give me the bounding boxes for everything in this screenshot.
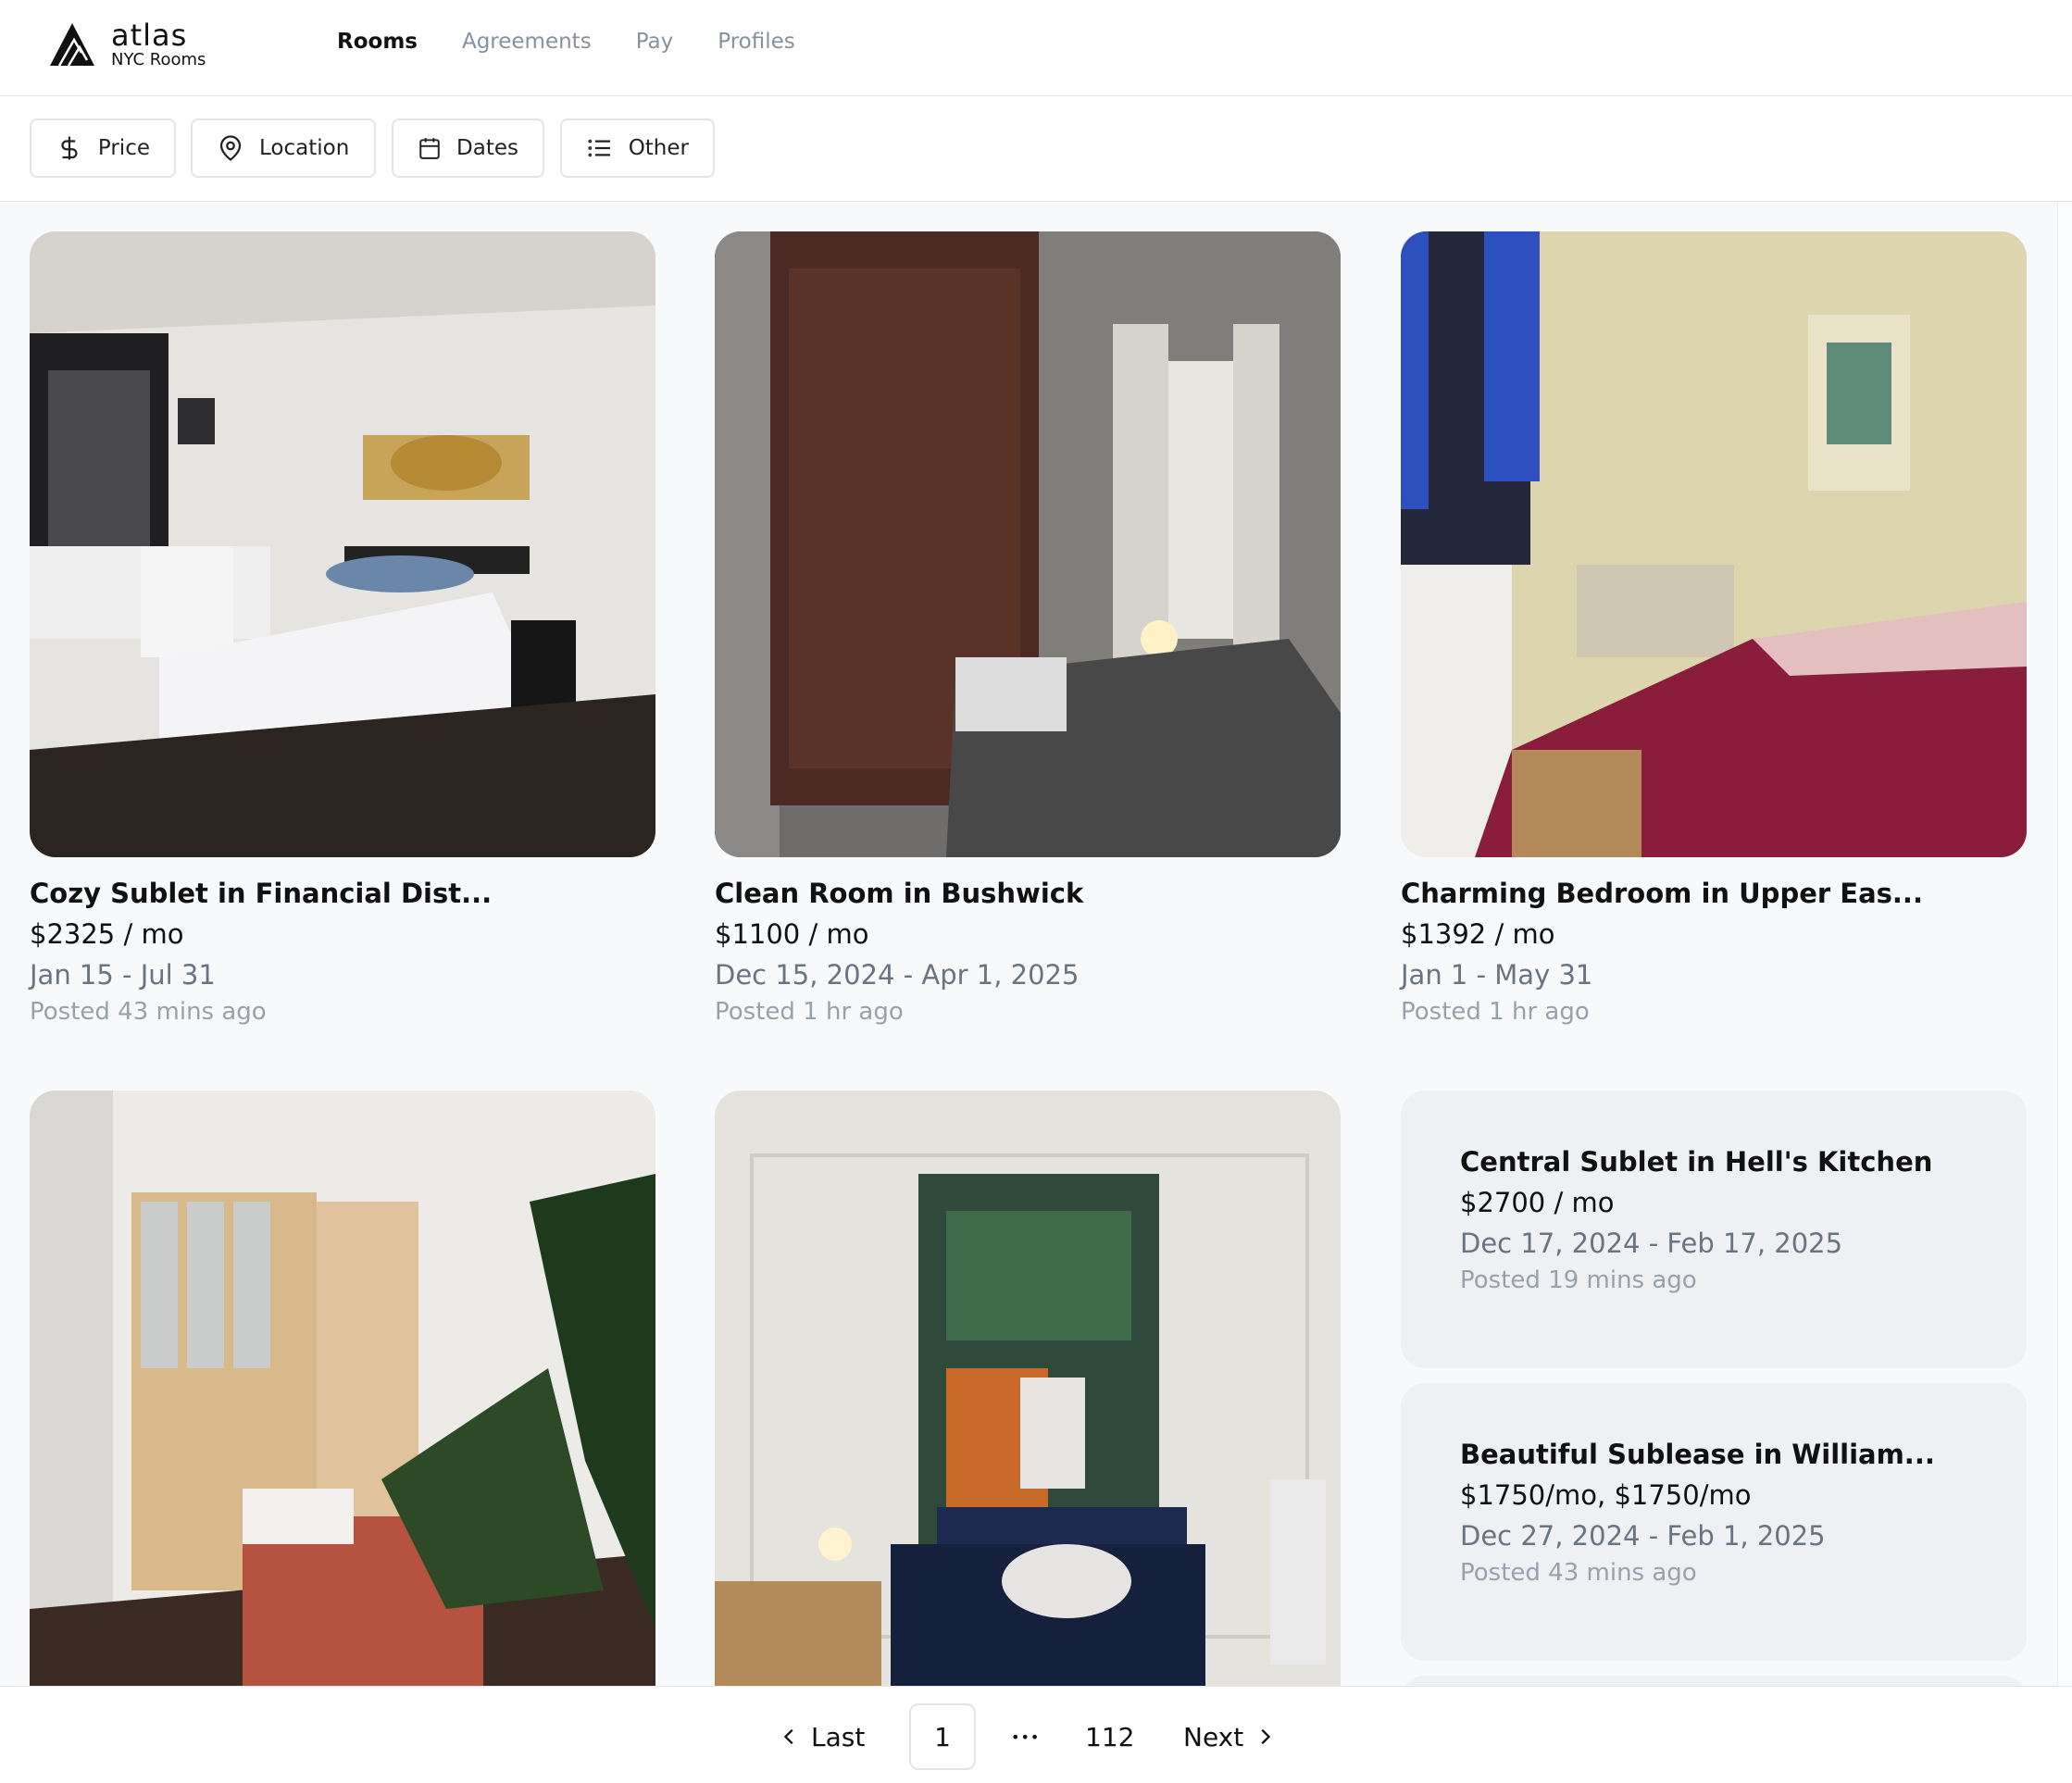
nav-rooms[interactable]: Rooms xyxy=(337,30,418,54)
page-112-button[interactable]: 112 xyxy=(1085,1703,1134,1770)
other-filter-button[interactable]: Other xyxy=(560,118,715,178)
listings-grid: Cozy Sublet in Financial Dist... $2325 /… xyxy=(0,203,2057,1686)
listing-photo[interactable] xyxy=(30,1091,655,1686)
filter-bar: Price Location Dates Other xyxy=(0,96,2072,202)
nav-pay[interactable]: Pay xyxy=(636,30,674,54)
atlas-logo-icon xyxy=(50,23,94,67)
listing-photo[interactable] xyxy=(715,1091,1341,1686)
listing-card[interactable] xyxy=(715,1091,1341,1686)
listing-card[interactable] xyxy=(30,1091,655,1686)
listing-title[interactable]: Central Sublet in Hell's Kitchen xyxy=(1460,1146,1967,1178)
logo[interactable]: atlas NYC Rooms xyxy=(46,20,206,69)
list-icon xyxy=(588,139,610,157)
listing-dates: Dec 15, 2024 - Apr 1, 2025 xyxy=(715,959,1080,991)
other-filter-label: Other xyxy=(628,136,689,160)
listing-price: $2325 / mo xyxy=(30,918,184,950)
listing-card[interactable]: Charming Bedroom in Upper Eas... $1392 /… xyxy=(1401,231,2027,1026)
listing-dates: Dec 27, 2024 - Feb 1, 2025 xyxy=(1460,1520,1826,1552)
pagination: Last 1 ••• 112 Next xyxy=(0,1686,2072,1783)
listing-posted-time: Posted 43 mins ago xyxy=(30,998,267,1026)
nav-profiles[interactable]: Profiles xyxy=(718,30,795,54)
top-nav-bar: atlas NYC Rooms Rooms Agreements Pay Pro… xyxy=(0,0,2072,96)
listing-card[interactable]: Beautiful Sublease in William... $1750/m… xyxy=(1401,1383,2027,1661)
app-subtitle: NYC Rooms xyxy=(111,50,206,69)
pagination-ellipsis: ••• xyxy=(1011,1727,1041,1746)
chevron-right-icon xyxy=(1261,1728,1271,1745)
listing-dates: Dec 17, 2024 - Feb 17, 2025 xyxy=(1460,1228,1843,1259)
listing-card[interactable]: Clean Room in Bushwick $1100 / mo Dec 15… xyxy=(715,231,1341,1026)
nav-agreements[interactable]: Agreements xyxy=(462,30,592,54)
listing-photo[interactable] xyxy=(715,231,1341,857)
dates-filter-button[interactable]: Dates xyxy=(392,118,544,178)
dates-filter-label: Dates xyxy=(456,136,518,160)
listing-price: $2700 / mo xyxy=(1460,1187,1615,1218)
listing-card[interactable]: Cozy Sublet in Financial Dist... $2325 /… xyxy=(30,231,655,1026)
price-filter-button[interactable]: Price xyxy=(30,118,176,178)
page-1-button[interactable]: 1 xyxy=(909,1703,976,1770)
listing-title[interactable]: Beautiful Sublease in William... xyxy=(1460,1439,1967,1470)
listing-card[interactable]: Central Sublet in Hell's Kitchen $2700 /… xyxy=(1401,1091,2027,1368)
listing-price: $1750/mo, $1750/mo xyxy=(1460,1479,1752,1511)
listing-photo[interactable] xyxy=(30,231,655,857)
price-filter-label: Price xyxy=(97,136,150,160)
prev-page-button[interactable]: Last xyxy=(780,1703,865,1770)
listing-posted-time: Posted 43 mins ago xyxy=(1460,1559,1697,1587)
listing-title[interactable]: Cozy Sublet in Financial Dist... xyxy=(30,878,655,909)
dollar-icon xyxy=(61,136,78,160)
listing-title[interactable]: Charming Bedroom in Upper Eas... xyxy=(1401,878,2027,909)
location-filter-label: Location xyxy=(259,136,350,160)
listing-dates: Jan 15 - Jul 31 xyxy=(30,959,216,991)
listing-dates: Jan 1 - May 31 xyxy=(1401,959,1593,991)
listing-card[interactable] xyxy=(1401,1676,2027,1686)
prev-page-label: Last xyxy=(811,1721,866,1752)
chevron-left-icon xyxy=(783,1728,793,1745)
app-name: atlas xyxy=(111,18,188,53)
map-pin-icon xyxy=(219,135,242,161)
listing-posted-time: Posted 1 hr ago xyxy=(1401,998,1590,1026)
listing-price: $1100 / mo xyxy=(715,918,869,950)
next-page-button[interactable]: Next xyxy=(1183,1703,1275,1770)
next-page-label: Next xyxy=(1183,1721,1244,1752)
listing-posted-time: Posted 19 mins ago xyxy=(1460,1266,1697,1294)
listing-price: $1392 / mo xyxy=(1401,918,1555,950)
scrollbar[interactable] xyxy=(2057,203,2072,1686)
listing-title[interactable]: Clean Room in Bushwick xyxy=(715,878,1341,909)
calendar-icon xyxy=(419,138,440,159)
location-filter-button[interactable]: Location xyxy=(191,118,376,178)
main-nav: Rooms Agreements Pay Profiles xyxy=(337,30,795,54)
listing-photo[interactable] xyxy=(1401,231,2027,857)
listing-posted-time: Posted 1 hr ago xyxy=(715,998,904,1026)
